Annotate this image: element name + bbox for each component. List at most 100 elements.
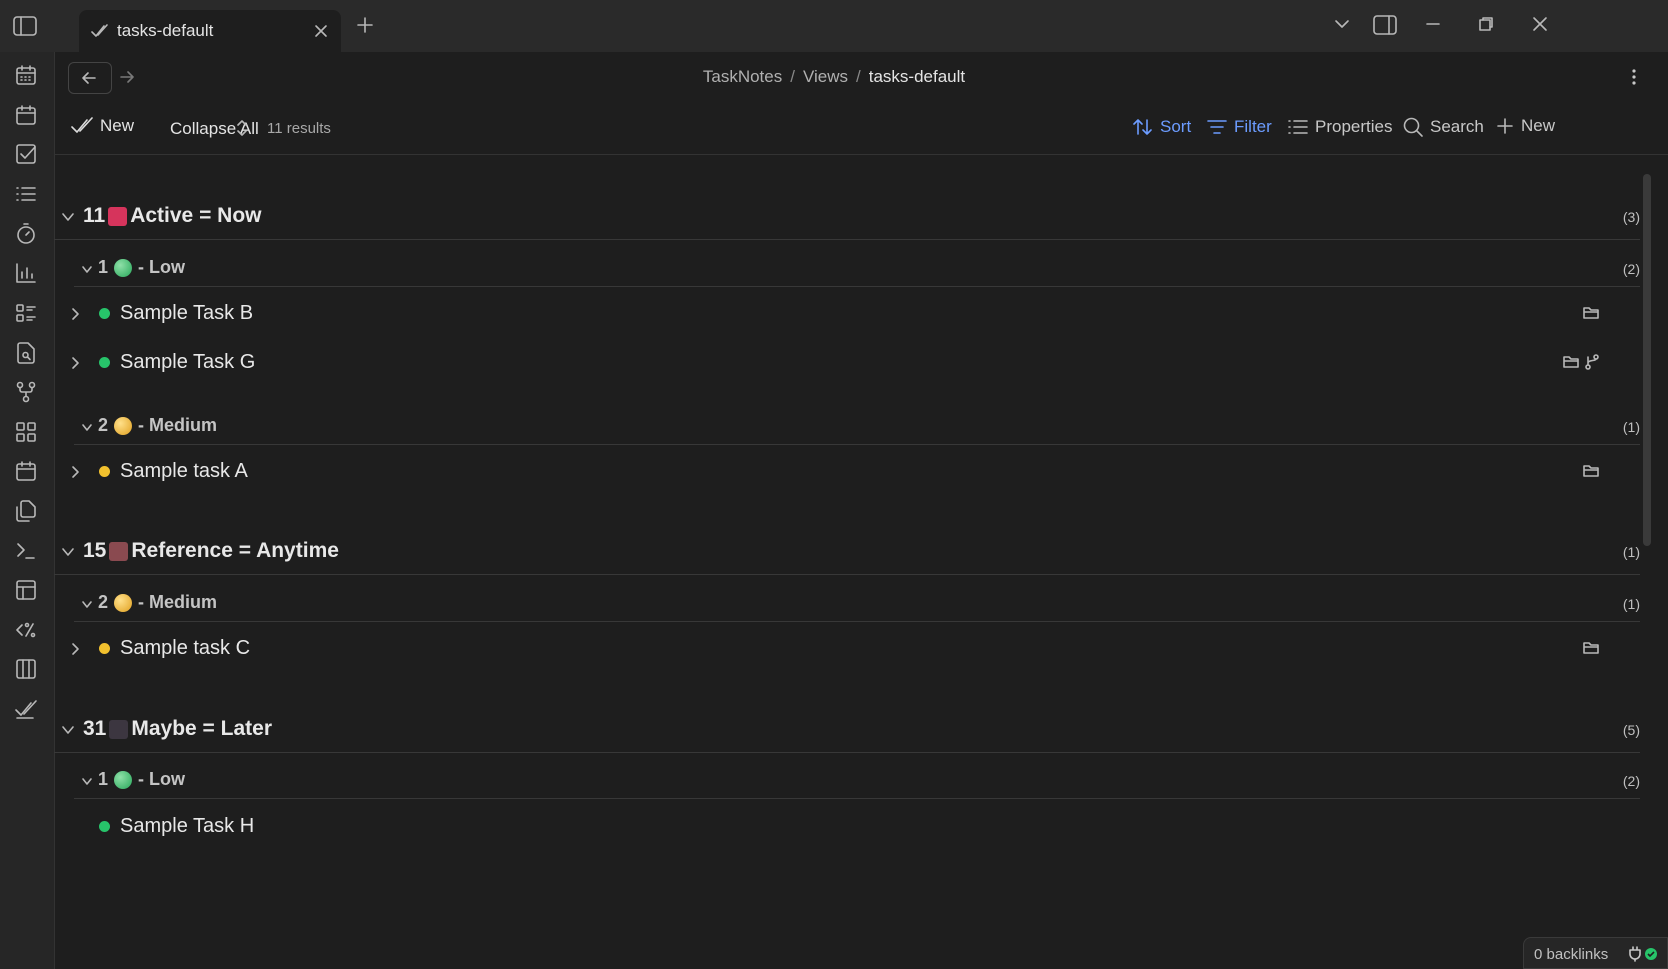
subgroup-header-medium[interactable]: 2 - Medium (1) bbox=[74, 410, 1640, 445]
dependency-icon[interactable] bbox=[1584, 354, 1600, 370]
chevrons-up-down-icon[interactable] bbox=[235, 117, 249, 139]
minimize-icon[interactable] bbox=[1424, 15, 1442, 33]
backlinks-count[interactable]: 0 backlinks bbox=[1534, 946, 1608, 963]
group-header-active[interactable]: 11 Active = Now (3) bbox=[54, 194, 1640, 240]
tasknotes-icon[interactable] bbox=[14, 697, 38, 721]
task-title[interactable]: Sample Task G bbox=[120, 351, 255, 374]
file-search-icon[interactable] bbox=[14, 341, 38, 365]
task-list-icon[interactable] bbox=[14, 301, 38, 325]
folder-icon[interactable] bbox=[1582, 463, 1600, 479]
files-icon[interactable] bbox=[14, 499, 38, 523]
checkbox-icon[interactable] bbox=[14, 142, 38, 166]
new-task-button[interactable]: New bbox=[70, 116, 134, 136]
yellow-circle-icon bbox=[114, 593, 133, 612]
sort-label: Sort bbox=[1160, 117, 1192, 136]
back-button[interactable] bbox=[68, 62, 112, 94]
terminal-icon[interactable] bbox=[14, 539, 38, 563]
close-icon[interactable] bbox=[313, 23, 329, 39]
group-count: (5) bbox=[1622, 722, 1640, 738]
table-icon[interactable] bbox=[14, 578, 38, 602]
status-bar: 0 backlinks bbox=[1523, 937, 1668, 969]
new-button[interactable]: New bbox=[1495, 116, 1555, 136]
task-row[interactable]: Sample task C bbox=[54, 627, 1640, 673]
subgroup-number: 1 bbox=[98, 257, 109, 277]
task-row[interactable]: Sample Task H bbox=[54, 805, 1640, 851]
status-dot[interactable] bbox=[99, 466, 110, 477]
folder-icon[interactable] bbox=[1562, 354, 1580, 370]
bar-chart-icon[interactable] bbox=[14, 261, 38, 285]
group-color-swatch bbox=[109, 541, 129, 561]
percent-code-icon[interactable] bbox=[14, 618, 38, 642]
right-sidebar-toggle-icon[interactable] bbox=[1372, 13, 1398, 37]
chevron-down-icon[interactable] bbox=[60, 722, 76, 738]
list-icon bbox=[1287, 116, 1309, 138]
folder-icon[interactable] bbox=[1582, 640, 1600, 656]
chevron-right-icon[interactable] bbox=[68, 464, 82, 480]
chevron-right-icon[interactable] bbox=[68, 355, 82, 371]
tab-tasks-default[interactable]: tasks-default bbox=[79, 10, 341, 52]
scrollbar[interactable] bbox=[1643, 174, 1651, 546]
task-title[interactable]: Sample task C bbox=[120, 637, 250, 660]
chevron-right-icon[interactable] bbox=[68, 641, 82, 657]
view-toolbar: New Collapse All 11 results Sort Filter … bbox=[54, 104, 1668, 155]
calendar-icon[interactable] bbox=[14, 103, 38, 127]
chevron-right-icon[interactable] bbox=[68, 306, 82, 322]
search-icon bbox=[1402, 116, 1424, 138]
plugin-status-icon[interactable] bbox=[1627, 946, 1659, 962]
task-title[interactable]: Sample task A bbox=[120, 460, 248, 483]
chevron-down-icon[interactable] bbox=[80, 420, 94, 434]
chevron-down-icon[interactable] bbox=[60, 209, 76, 225]
breadcrumb-current[interactable]: tasks-default bbox=[869, 67, 965, 86]
breadcrumb-root[interactable]: TaskNotes bbox=[703, 67, 782, 86]
tab-list-chevron-icon[interactable] bbox=[1333, 15, 1351, 33]
list-icon[interactable] bbox=[14, 182, 38, 206]
group-number: 15 bbox=[83, 539, 107, 562]
status-dot[interactable] bbox=[99, 821, 110, 832]
columns-icon[interactable] bbox=[14, 657, 38, 681]
breadcrumb-separator: / bbox=[856, 67, 861, 86]
properties-button[interactable]: Properties bbox=[1287, 116, 1392, 138]
calendar-icon[interactable] bbox=[14, 459, 38, 483]
task-row[interactable]: Sample Task G bbox=[54, 341, 1640, 387]
sidebar-toggle-icon[interactable] bbox=[12, 14, 38, 38]
subgroup-header-low[interactable]: 1 - Low (2) bbox=[74, 764, 1640, 799]
close-window-icon[interactable] bbox=[1531, 15, 1549, 33]
chevron-down-icon[interactable] bbox=[80, 597, 94, 611]
task-row[interactable]: Sample Task B bbox=[54, 292, 1640, 338]
more-options-icon[interactable] bbox=[1627, 68, 1641, 86]
new-tab-icon[interactable] bbox=[356, 16, 374, 34]
timer-icon[interactable] bbox=[14, 222, 38, 246]
restore-icon[interactable] bbox=[1477, 15, 1495, 33]
subgroup-header-medium[interactable]: 2 - Medium (1) bbox=[74, 587, 1640, 622]
dashboard-icon[interactable] bbox=[14, 420, 38, 444]
chevron-down-icon[interactable] bbox=[80, 774, 94, 788]
title-bar: tasks-default bbox=[0, 0, 1668, 52]
task-title[interactable]: Sample Task B bbox=[120, 302, 253, 325]
subgroup-label: - Low bbox=[138, 769, 186, 789]
group-header-reference[interactable]: 15 Reference = Anytime (1) bbox=[54, 529, 1640, 575]
forward-button[interactable] bbox=[118, 69, 136, 85]
breadcrumb-folder[interactable]: Views bbox=[803, 67, 848, 86]
calendar-icon[interactable] bbox=[14, 63, 38, 87]
properties-label: Properties bbox=[1315, 117, 1393, 136]
task-row[interactable]: Sample task A bbox=[54, 450, 1640, 496]
folder-icon[interactable] bbox=[1582, 305, 1600, 321]
task-title[interactable]: Sample Task H bbox=[120, 815, 254, 838]
filter-button[interactable]: Filter bbox=[1206, 116, 1272, 138]
status-dot[interactable] bbox=[99, 308, 110, 319]
group-color-swatch bbox=[108, 206, 128, 226]
group-count: (3) bbox=[1622, 209, 1640, 225]
sort-button[interactable]: Sort bbox=[1132, 116, 1191, 138]
tasknotes-icon bbox=[70, 116, 94, 136]
group-number: 11 bbox=[83, 204, 106, 227]
subgroup-header-low[interactable]: 1 - Low (2) bbox=[74, 252, 1640, 287]
status-dot[interactable] bbox=[99, 643, 110, 654]
git-fork-icon[interactable] bbox=[14, 380, 38, 404]
search-button[interactable]: Search bbox=[1402, 116, 1484, 138]
chevron-down-icon[interactable] bbox=[60, 544, 76, 560]
group-header-maybe[interactable]: 31 Maybe = Later (5) bbox=[54, 707, 1640, 753]
status-dot[interactable] bbox=[99, 357, 110, 368]
ribbon bbox=[0, 52, 55, 969]
chevron-down-icon[interactable] bbox=[80, 262, 94, 276]
subgroup-number: 1 bbox=[98, 769, 109, 789]
